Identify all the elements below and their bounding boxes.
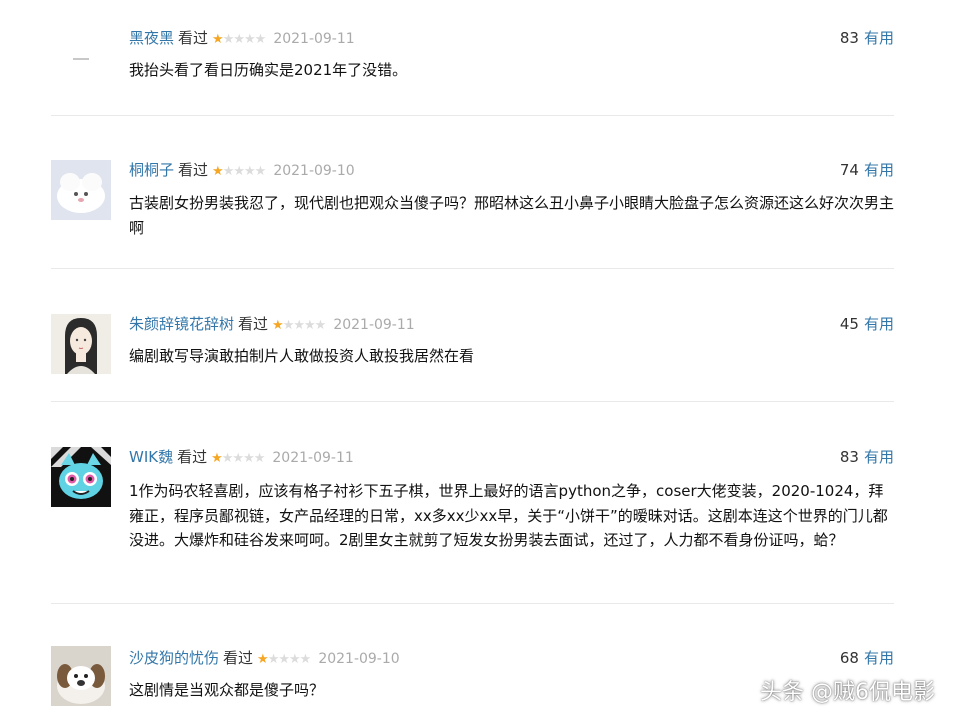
divider <box>51 268 894 269</box>
review-date: 2021-09-11 <box>272 450 354 466</box>
review-meta: 桐桐子 看过 ★★★★★ 2021-09-10 <box>129 160 355 180</box>
star-empty-icon: ★★★★ <box>222 32 267 47</box>
watched-status: 看过 <box>223 649 254 667</box>
star-empty-icon: ★★★★ <box>282 318 327 333</box>
avatar-image <box>51 28 111 88</box>
review-meta: 黑夜黑 看过 ★★★★★ 2021-09-11 <box>129 28 355 48</box>
vote-count: 74 <box>839 161 859 179</box>
star-empty-icon: ★★★★ <box>221 451 266 466</box>
useful-button[interactable]: 有用 <box>864 649 894 667</box>
review-date: 2021-09-10 <box>318 651 400 667</box>
watermark: 头条 @贼6侃电影 <box>760 680 935 705</box>
avatar[interactable] <box>51 447 111 507</box>
avatar[interactable] <box>51 314 111 374</box>
username-link[interactable]: WIK魏 <box>129 448 173 466</box>
review-date: 2021-09-11 <box>273 31 355 47</box>
watched-status: 看过 <box>178 29 209 47</box>
useful-votes: 83 有用 <box>840 28 894 48</box>
useful-button[interactable]: 有用 <box>864 315 894 333</box>
star-filled-icon: ★ <box>212 164 224 179</box>
avatar[interactable] <box>51 646 111 706</box>
useful-votes: 83 有用 <box>840 447 894 467</box>
review-item: 朱颜辞镜花辞树 看过 ★★★★★ 2021-09-11 45 有用 编剧敢写导演敢拍制片… <box>51 314 894 384</box>
useful-button[interactable]: 有用 <box>864 161 894 179</box>
avatar-image <box>51 160 111 220</box>
review-item: 黑夜黑 看过 ★★★★★ 2021-09-11 83 有用 我抬头看了看日历确实是202… <box>51 28 894 100</box>
review-content: 1作为码农轻喜剧，应该有格子衬衫下五子棋，世界上最好的语言python之争，co… <box>129 482 888 549</box>
review-content: 古装剧女扮男装我忍了，现代剧也把观众当傻子吗？邢昭林这么丑小鼻子小眼睛大脸盘子怎… <box>129 194 895 237</box>
useful-votes: 45 有用 <box>840 314 894 334</box>
watched-status: 看过 <box>177 448 208 466</box>
star-filled-icon: ★ <box>272 318 284 333</box>
useful-votes: 74 有用 <box>840 160 894 180</box>
rating-stars: ★★★★★ <box>272 316 327 336</box>
review-date: 2021-09-10 <box>273 163 355 179</box>
review-meta: 沙皮狗的忧伤 看过 ★★★★★ 2021-09-10 <box>129 648 400 668</box>
divider <box>51 401 894 402</box>
divider <box>51 115 894 116</box>
useful-votes: 68 有用 <box>840 648 894 668</box>
vote-count: 83 <box>839 29 859 47</box>
avatar-image <box>51 447 111 507</box>
review-item: WIK魏 看过 ★★★★★ 2021-09-11 83 有用 1作为码农轻喜剧，应该有格… <box>51 447 894 577</box>
username-link[interactable]: 桐桐子 <box>129 161 174 179</box>
watched-status: 看过 <box>178 161 209 179</box>
avatar[interactable] <box>51 160 111 220</box>
avatar-image <box>51 314 111 374</box>
review-content: 编剧敢写导演敢拍制片人敢做投资人敢投我居然在看 <box>129 347 475 365</box>
useful-button[interactable]: 有用 <box>864 448 894 466</box>
rating-stars: ★★★★★ <box>211 449 266 469</box>
review-item: 桐桐子 看过 ★★★★★ 2021-09-10 74 有用 古装剧女扮男装我忍了，现代剧… <box>51 160 894 250</box>
star-filled-icon: ★ <box>212 32 224 47</box>
watched-status: 看过 <box>238 315 269 333</box>
review-meta: 朱颜辞镜花辞树 看过 ★★★★★ 2021-09-11 <box>129 314 415 334</box>
review-content: 我抬头看了看日历确实是2021年了没错。 <box>129 61 408 79</box>
username-link[interactable]: 沙皮狗的忧伤 <box>129 649 219 667</box>
vote-count: 45 <box>839 315 859 333</box>
vote-count: 68 <box>839 649 859 667</box>
rating-stars: ★★★★★ <box>212 30 267 50</box>
username-link[interactable]: 黑夜黑 <box>129 29 174 47</box>
star-empty-icon: ★★★★ <box>267 652 312 667</box>
review-meta: WIK魏 看过 ★★★★★ 2021-09-11 <box>129 447 354 467</box>
avatar[interactable] <box>51 28 111 88</box>
divider <box>51 603 894 604</box>
rating-stars: ★★★★★ <box>257 650 312 670</box>
rating-stars: ★★★★★ <box>212 162 267 182</box>
username-link[interactable]: 朱颜辞镜花辞树 <box>129 315 234 333</box>
useful-button[interactable]: 有用 <box>864 29 894 47</box>
star-filled-icon: ★ <box>257 652 269 667</box>
star-empty-icon: ★★★★ <box>222 164 267 179</box>
star-filled-icon: ★ <box>211 451 223 466</box>
vote-count: 83 <box>839 448 859 466</box>
review-date: 2021-09-11 <box>333 317 415 333</box>
avatar-image <box>51 646 111 706</box>
